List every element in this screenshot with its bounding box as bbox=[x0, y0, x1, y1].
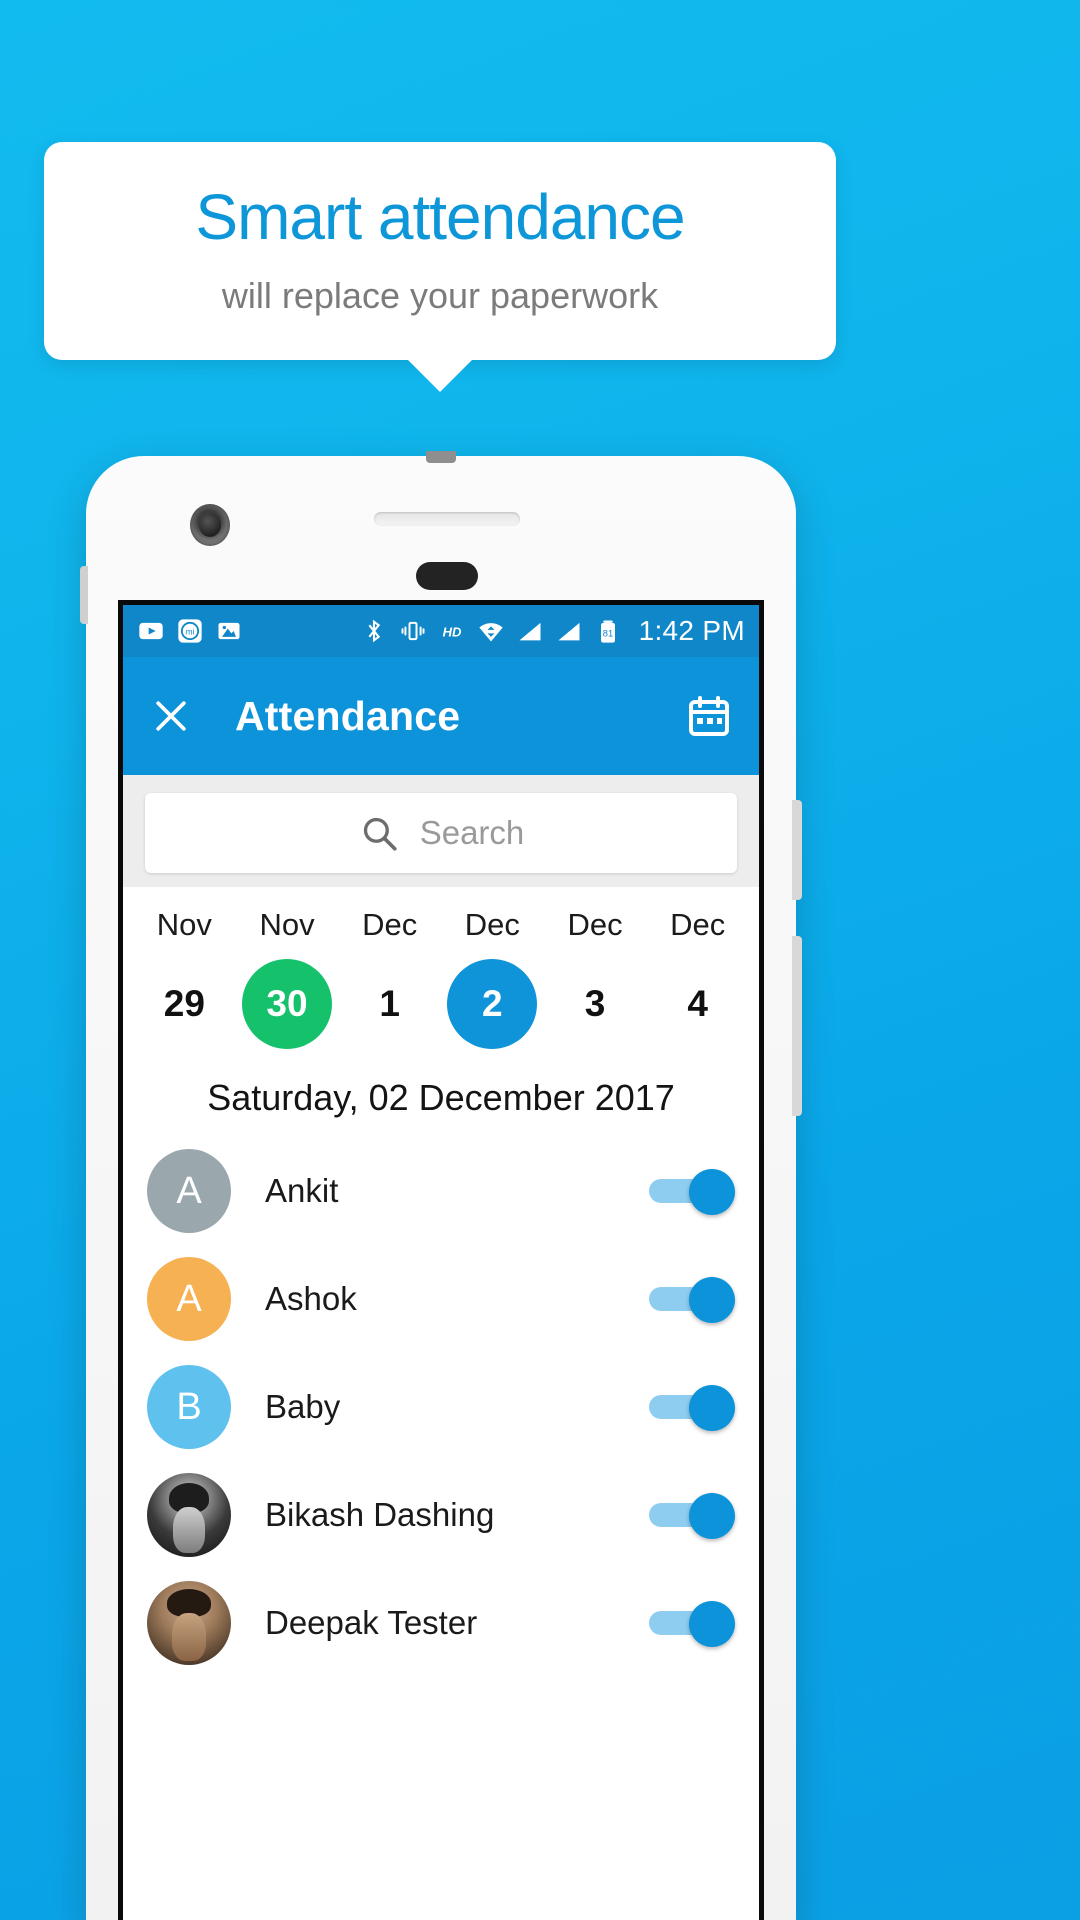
app-bar: Attendance bbox=[123, 657, 759, 775]
search-input[interactable]: Search bbox=[145, 793, 737, 873]
date-month: Dec bbox=[464, 907, 520, 942]
date-month: Dec bbox=[362, 907, 418, 942]
date-day: 29 bbox=[163, 983, 205, 1024]
date-month: Nov bbox=[259, 907, 315, 942]
promo-callout: Smart attendance will replace your paper… bbox=[44, 142, 836, 360]
battery-icon: 81 bbox=[600, 620, 615, 643]
earpiece-speaker bbox=[374, 512, 520, 526]
search-container: Search bbox=[123, 775, 759, 887]
promo-callout-tail bbox=[406, 358, 474, 392]
attendance-toggle[interactable] bbox=[649, 1601, 735, 1647]
search-placeholder: Search bbox=[419, 814, 525, 851]
phone-volume-button bbox=[792, 800, 802, 900]
date-day-selected: 2 bbox=[447, 959, 538, 1049]
date-month: Dec bbox=[670, 907, 726, 942]
toggle-knob bbox=[689, 1601, 735, 1647]
date-day-today: 30 bbox=[242, 959, 332, 1049]
phone-side-button-left bbox=[80, 566, 88, 624]
page-title: Attendance bbox=[235, 692, 461, 739]
phone-screen: mi HD 81 1:42 PM Attendance Search Nov 2… bbox=[118, 600, 764, 1920]
gallery-icon bbox=[218, 622, 240, 640]
list-item-name: Deepak Tester bbox=[265, 1604, 478, 1641]
list-item[interactable]: A Ashok bbox=[123, 1245, 759, 1353]
list-item-name: Ashok bbox=[265, 1280, 357, 1317]
date-cell[interactable]: Dec 1 bbox=[338, 907, 441, 1049]
toggle-knob bbox=[689, 1169, 735, 1215]
list-item[interactable]: A Ankit bbox=[123, 1137, 759, 1245]
front-camera-icon bbox=[190, 504, 230, 546]
avatar-photo bbox=[147, 1473, 231, 1557]
svg-text:mi: mi bbox=[186, 628, 195, 637]
avatar: A bbox=[147, 1149, 231, 1233]
search-icon bbox=[363, 817, 397, 851]
signal-1-icon bbox=[519, 622, 541, 641]
vibrate-icon bbox=[401, 621, 425, 641]
toggle-knob bbox=[689, 1385, 735, 1431]
close-icon[interactable] bbox=[149, 694, 193, 738]
phone-mockup: mi HD 81 1:42 PM Attendance Search Nov 2… bbox=[80, 451, 802, 1920]
attendance-list: A Ankit A Ashok B Baby Bikash Dashing De… bbox=[123, 1137, 759, 1677]
promo-subtitle: will replace your paperwork bbox=[221, 275, 659, 316]
avatar: A bbox=[147, 1257, 231, 1341]
list-item-name: Bikash Dashing bbox=[265, 1496, 495, 1533]
list-item[interactable]: B Baby bbox=[123, 1353, 759, 1461]
phone-power-button bbox=[792, 936, 802, 1116]
list-item-name: Ankit bbox=[265, 1172, 339, 1209]
avatar-photo bbox=[147, 1581, 231, 1665]
list-item[interactable]: Bikash Dashing bbox=[123, 1461, 759, 1569]
date-cell[interactable]: Dec 2 bbox=[441, 907, 544, 1049]
date-cell[interactable]: Dec 3 bbox=[544, 907, 647, 1049]
list-item[interactable]: Deepak Tester bbox=[123, 1569, 759, 1677]
status-bar-notifications: mi bbox=[137, 617, 243, 645]
date-day: 1 bbox=[379, 983, 400, 1024]
toggle-knob bbox=[689, 1277, 735, 1323]
promo-title: Smart attendance bbox=[195, 181, 685, 253]
selected-date-title: Saturday, 02 December 2017 bbox=[123, 1055, 759, 1137]
youtube-icon bbox=[139, 622, 163, 640]
date-cell[interactable]: Nov 30 bbox=[236, 907, 339, 1049]
phone-antenna bbox=[426, 451, 456, 463]
date-cell[interactable]: Nov 29 bbox=[133, 907, 236, 1049]
avatar: B bbox=[147, 1365, 231, 1449]
attendance-toggle[interactable] bbox=[649, 1277, 735, 1323]
date-day: 3 bbox=[584, 983, 606, 1024]
wifi-icon bbox=[478, 623, 503, 642]
date-month: Dec bbox=[567, 907, 623, 942]
toggle-knob bbox=[689, 1493, 735, 1539]
signal-2-icon bbox=[558, 622, 580, 641]
sensor-module bbox=[416, 562, 478, 590]
list-item-name: Baby bbox=[265, 1388, 341, 1425]
attendance-toggle[interactable] bbox=[649, 1169, 735, 1215]
mi-store-icon: mi bbox=[178, 619, 202, 643]
date-month: Nov bbox=[156, 907, 212, 942]
date-cell[interactable]: Dec 4 bbox=[646, 907, 749, 1049]
hd-icon: HD bbox=[442, 625, 461, 640]
svg-text:81: 81 bbox=[602, 628, 612, 638]
status-bar-clock: 1:42 PM bbox=[638, 615, 745, 646]
bluetooth-icon bbox=[368, 619, 380, 643]
attendance-toggle[interactable] bbox=[649, 1493, 735, 1539]
svg-text:HD: HD bbox=[442, 625, 461, 640]
attendance-toggle[interactable] bbox=[649, 1385, 735, 1431]
date-strip: Nov 29 Nov 30 Dec 1 Dec 2 Dec 3 Dec 4 bbox=[123, 887, 759, 1055]
calendar-icon[interactable] bbox=[685, 692, 733, 740]
date-day: 4 bbox=[687, 983, 708, 1024]
status-bar-system-icons: HD 81 1:42 PM bbox=[360, 615, 745, 647]
status-bar: mi HD 81 1:42 PM bbox=[123, 605, 759, 657]
